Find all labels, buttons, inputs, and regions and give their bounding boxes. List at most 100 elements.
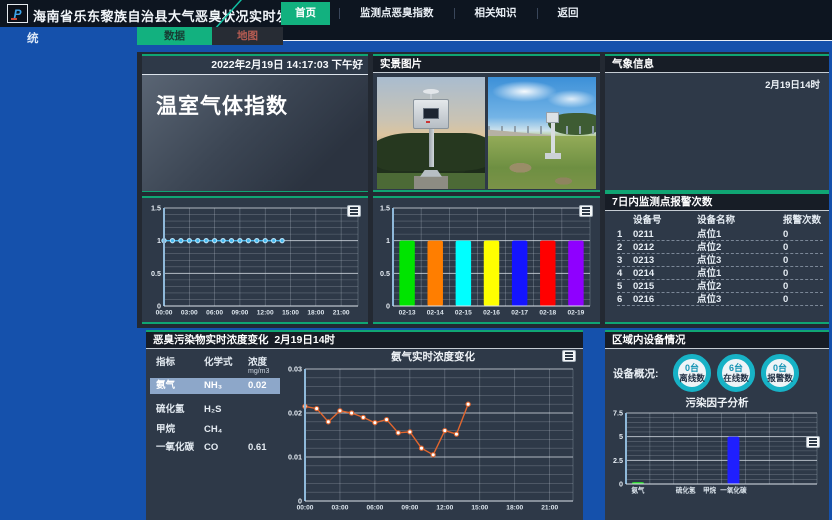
- photo2-station-pole: [551, 120, 555, 156]
- tab-data[interactable]: 数据: [137, 27, 212, 45]
- greenhouse-index-chart[interactable]: 00.511.500:0003:0006:0009:0012:0015:0018…: [142, 198, 368, 322]
- chart-toolbox-icon[interactable]: [562, 350, 576, 362]
- pollutant-row[interactable]: 甲烷 CH₄: [146, 422, 284, 438]
- alarm-table-header: 设备号 设备名称 报警次数: [617, 214, 823, 228]
- weather-title: 气象信息: [605, 56, 829, 73]
- svg-text:12:00: 12:00: [257, 310, 274, 317]
- svg-text:15:00: 15:00: [471, 505, 488, 512]
- svg-text:7.5: 7.5: [613, 409, 623, 418]
- app-title: 海南省乐东黎族自治县大气恶臭状况实时发布系: [33, 6, 317, 25]
- pollutant-panel-title: 恶臭污染物实时浓度变化 2月19日14时: [146, 332, 583, 349]
- main-nav: 首页 监测点恶臭指数 相关知识 返回: [281, 2, 590, 25]
- svg-text:02-15: 02-15: [455, 310, 472, 317]
- site-photos-panel: 实景图片: [373, 54, 600, 192]
- pollutant-row[interactable]: 硫化氢 H₂S: [146, 402, 284, 418]
- ammonia-trend-chart[interactable]: 00.010.020.0300:0003:0006:0009:0012:0015…: [285, 365, 581, 515]
- pollutant-concentration-panel: 恶臭污染物实时浓度变化 2月19日14时 指标 化学式 浓度mg/m3 氨气 N…: [146, 330, 583, 520]
- col-device-name: 设备名称: [697, 214, 783, 228]
- alarm-row: 60216点位30: [617, 293, 823, 306]
- site-photos: [373, 73, 600, 193]
- svg-text:0: 0: [619, 480, 623, 489]
- svg-text:1.5: 1.5: [380, 204, 390, 213]
- photo1-plinth: [414, 176, 448, 189]
- chart-toolbox-icon[interactable]: [806, 436, 820, 448]
- stat-offline: 0台 离线数: [673, 354, 711, 392]
- nav-home[interactable]: 首页: [281, 2, 330, 25]
- stat-alarm: 0台 报警数: [761, 354, 799, 392]
- view-tabs: 数据 地图: [137, 27, 283, 45]
- site-photo-2: [488, 77, 596, 189]
- nav-knowledge[interactable]: 相关知识: [464, 2, 528, 25]
- index-trend-panel: 00.511.500:0003:0006:0009:0012:0015:0018…: [142, 196, 368, 324]
- photo2-station-base: [545, 153, 561, 159]
- svg-text:甲烷: 甲烷: [703, 486, 717, 495]
- datetime-text: 2022年2月19日 14:17:03 下午好: [142, 56, 368, 75]
- photo1-cabinet-light: [426, 121, 430, 123]
- alarm-count-panel: 7日内监测点报警次数 设备号 设备名称 报警次数 10211点位10 20212…: [605, 192, 829, 324]
- alarm-row: 10211点位10: [617, 228, 823, 241]
- weather-timestamp: 2月19日14时: [605, 73, 829, 91]
- svg-text:一氧化碳: 一氧化碳: [720, 486, 747, 495]
- greeting-panel: 2022年2月19日 14:17:03 下午好 温室气体指数: [142, 54, 368, 192]
- page-headline: 温室气体指数: [142, 75, 368, 191]
- alarm-row: 40214点位10: [617, 267, 823, 280]
- photo2-station-head: [546, 112, 559, 123]
- nav-separator: [454, 8, 455, 19]
- app-logo: P: [7, 4, 28, 23]
- svg-text:0.02: 0.02: [288, 409, 302, 418]
- svg-text:18:00: 18:00: [307, 310, 324, 317]
- svg-text:0.5: 0.5: [380, 269, 390, 278]
- tab-map[interactable]: 地图: [212, 27, 283, 45]
- photo2-grass: [488, 136, 596, 189]
- svg-text:12:00: 12:00: [436, 505, 453, 512]
- svg-text:5: 5: [619, 432, 623, 441]
- svg-text:2.5: 2.5: [613, 456, 623, 465]
- svg-text:02-18: 02-18: [539, 310, 556, 317]
- alarm-row: 50215点位20: [617, 280, 823, 293]
- svg-text:0.03: 0.03: [288, 365, 302, 374]
- nav-back[interactable]: 返回: [547, 2, 590, 25]
- stat-online: 6台 在线数: [717, 354, 755, 392]
- weather-panel: 气象信息 2月19日14时: [605, 54, 829, 192]
- nav-separator: [537, 8, 538, 19]
- daily-index-panel: 00.511.502-1302-1402-1502-1602-1702-1802…: [373, 196, 600, 324]
- alarm-count-title: 7日内监测点报警次数: [605, 194, 829, 211]
- chart-toolbox-icon[interactable]: [347, 205, 361, 217]
- app-title-wrap: 统: [27, 30, 39, 46]
- header-divider: [283, 40, 832, 41]
- pollutant-row[interactable]: 一氧化碳 CO 0.61: [146, 440, 284, 456]
- page-left-margin: 统: [0, 27, 137, 520]
- svg-text:21:00: 21:00: [333, 310, 350, 317]
- pollutant-row-selected[interactable]: 氨气 NH₃ 0.02: [150, 378, 280, 394]
- pollutant-table: 指标 化学式 浓度mg/m3 氨气 NH₃ 0.02 硫化氢 H₂S 甲烷 CH…: [146, 349, 284, 456]
- svg-text:1.5: 1.5: [151, 204, 161, 213]
- device-panel-title: 区域内设备情况: [605, 332, 829, 349]
- svg-text:15:00: 15:00: [282, 310, 299, 317]
- device-status-panel: 区域内设备情况 设备概况: 0台 离线数 6台 在线数 0台 报警数 污染因子分…: [605, 330, 829, 520]
- site-photo-1: [377, 77, 485, 189]
- svg-text:06:00: 06:00: [366, 505, 383, 512]
- svg-text:02-13: 02-13: [399, 310, 416, 317]
- svg-text:氨气: 氨气: [631, 486, 645, 495]
- ammonia-chart-title: 氨气实时浓度变化: [285, 349, 581, 365]
- col-alarm-count: 报警次数: [783, 214, 823, 228]
- svg-text:02-14: 02-14: [427, 310, 444, 317]
- daily-index-chart[interactable]: 00.511.502-1302-1402-1502-1602-1702-1802…: [373, 198, 600, 322]
- photo1-monitor-cabinet: [413, 99, 449, 129]
- nav-separator: [339, 8, 340, 19]
- photo1-pole: [429, 129, 434, 167]
- svg-text:0.5: 0.5: [151, 269, 161, 278]
- nav-odor-index[interactable]: 监测点恶臭指数: [349, 2, 445, 25]
- chart-toolbox-icon[interactable]: [579, 205, 593, 217]
- svg-text:09:00: 09:00: [401, 505, 418, 512]
- photo2-cloud: [547, 90, 596, 108]
- svg-text:03:00: 03:00: [332, 505, 349, 512]
- svg-text:硫化氢: 硫化氢: [676, 486, 696, 495]
- alarm-table: 设备号 设备名称 报警次数 10211点位10 20212点位20 30213点…: [605, 211, 829, 306]
- svg-text:21:00: 21:00: [541, 505, 558, 512]
- alarm-row: 20212点位20: [617, 241, 823, 254]
- device-overview-label: 设备概况:: [613, 366, 667, 381]
- svg-text:02-17: 02-17: [511, 310, 528, 317]
- pollution-factor-chart[interactable]: 0 2.5 5 7.5 氨气 硫化氢甲烷一氧化碳: [609, 409, 825, 497]
- device-overview: 设备概况: 0台 离线数 6台 在线数 0台 报警数: [605, 349, 829, 392]
